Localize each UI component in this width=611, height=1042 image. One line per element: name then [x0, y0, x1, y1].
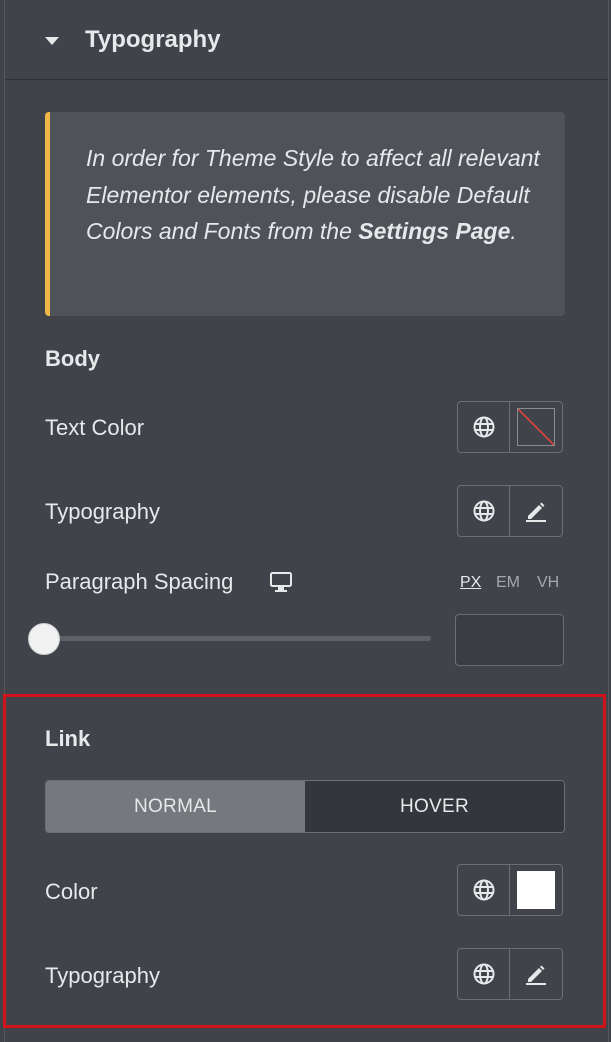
notice-text-end: .: [510, 218, 517, 244]
white-color-swatch: [517, 871, 555, 909]
text-color-control: [457, 401, 563, 453]
global-fonts-button[interactable]: [458, 949, 510, 999]
notice-text: In order for Theme Style to affect all r…: [86, 140, 546, 250]
link-state-tabs: NORMAL HOVER: [45, 780, 565, 833]
unit-em[interactable]: EM: [496, 574, 520, 592]
globe-icon: [473, 500, 494, 522]
settings-page-link[interactable]: Settings Page: [358, 218, 510, 244]
link-color-picker[interactable]: [510, 865, 562, 915]
tab-hover[interactable]: HOVER: [305, 781, 564, 832]
tab-normal[interactable]: NORMAL: [46, 781, 305, 832]
edit-typography-button[interactable]: [510, 486, 562, 536]
link-typography-label: Typography: [45, 963, 160, 988]
section-title: Typography: [85, 26, 221, 53]
paragraph-spacing-label: Paragraph Spacing: [45, 569, 234, 594]
global-colors-button[interactable]: [458, 865, 510, 915]
style-panel: Typography In order for Theme Style to a…: [4, 0, 609, 1042]
link-typography-control: [457, 948, 563, 1000]
text-color-picker[interactable]: [510, 402, 562, 452]
typography-section-header[interactable]: Typography: [5, 0, 608, 80]
body-typography-control: [457, 485, 563, 537]
link-heading: Link: [45, 726, 91, 751]
body-typography-label: Typography: [45, 499, 160, 524]
global-fonts-button[interactable]: [458, 486, 510, 536]
global-colors-button[interactable]: [458, 402, 510, 452]
paragraph-spacing-slider-handle[interactable]: [28, 623, 60, 655]
paragraph-spacing-input[interactable]: [455, 614, 564, 666]
theme-style-notice: In order for Theme Style to affect all r…: [45, 112, 565, 316]
unit-px[interactable]: PX: [460, 574, 481, 592]
globe-icon: [473, 416, 494, 438]
body-heading: Body: [45, 346, 100, 371]
globe-icon: [473, 879, 494, 901]
pencil-icon: [526, 965, 546, 985]
caret-down-icon: [45, 37, 59, 45]
link-color-label: Color: [45, 879, 98, 904]
edit-typography-button[interactable]: [510, 949, 562, 999]
text-color-label: Text Color: [45, 415, 145, 440]
globe-icon: [473, 963, 494, 985]
link-color-control: [457, 864, 563, 916]
unit-vh[interactable]: VH: [537, 574, 559, 592]
empty-color-swatch: [517, 408, 555, 446]
pencil-icon: [526, 502, 546, 522]
desktop-icon[interactable]: [269, 571, 293, 593]
paragraph-spacing-slider-track[interactable]: [45, 636, 431, 641]
